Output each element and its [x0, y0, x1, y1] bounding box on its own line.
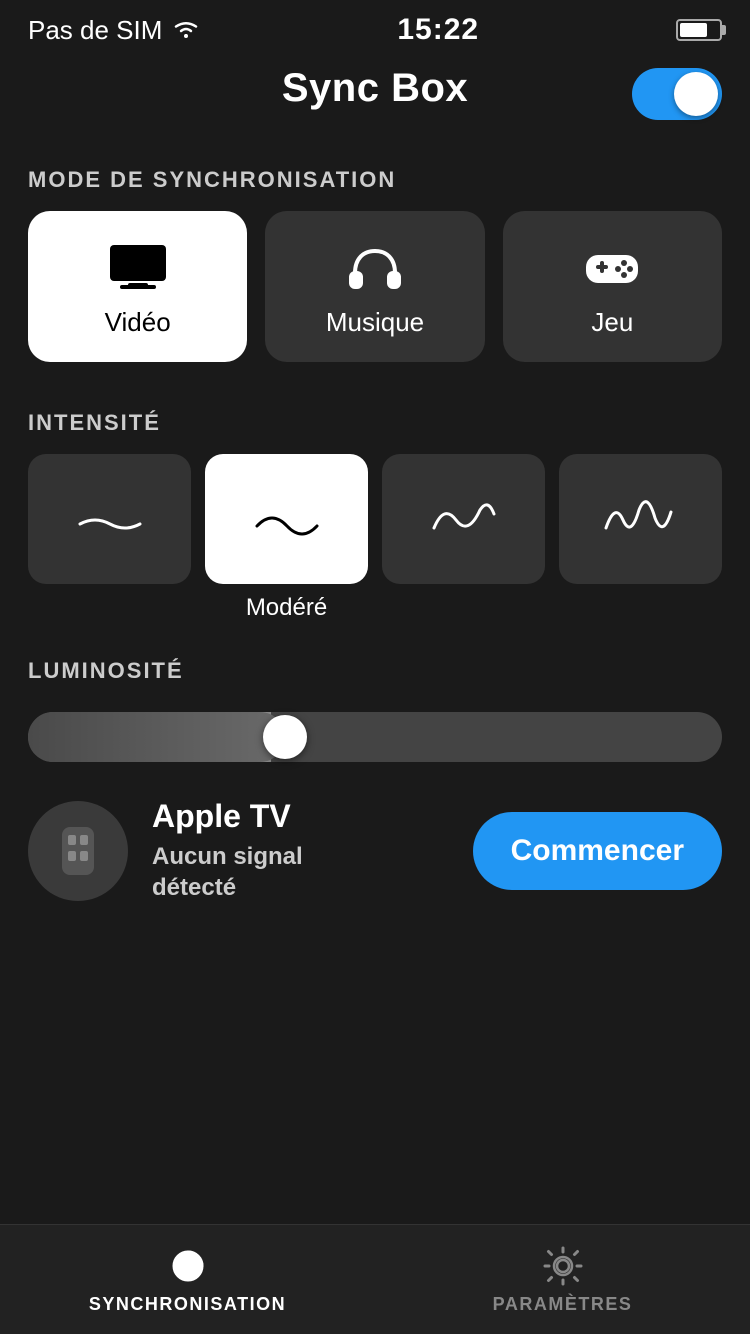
mode-game-button[interactable]: Jeu	[503, 211, 722, 362]
intensity-label: INTENSITÉ	[0, 410, 750, 436]
mode-video-label: Vidéo	[105, 307, 171, 338]
intensity-high-icon	[424, 494, 504, 544]
power-toggle-container	[632, 68, 722, 120]
carrier-text: Pas de SIM	[28, 15, 162, 46]
intensity-grid	[0, 454, 750, 584]
sync-nav-icon	[166, 1244, 210, 1288]
intensity-moderate-button[interactable]	[205, 454, 368, 584]
wifi-icon	[172, 15, 200, 46]
intensity-subtle-label	[28, 594, 191, 622]
sync-mode-label: MODE DE SYNCHRONISATION	[0, 167, 750, 193]
mode-music-label: Musique	[326, 307, 424, 338]
start-button[interactable]: Commencer	[473, 812, 722, 890]
monitor-icon	[106, 241, 170, 293]
power-toggle[interactable]	[632, 68, 722, 120]
battery-icon	[676, 19, 722, 41]
nav-settings-label: PARAMÈTRES	[493, 1294, 633, 1315]
page-title: Sync Box	[282, 66, 468, 111]
battery-fill	[680, 23, 707, 37]
status-bar: Pas de SIM 15:22	[0, 0, 750, 56]
intensity-label-row: Modéré	[0, 584, 750, 622]
intensity-subtle-icon	[70, 494, 150, 544]
brightness-slider[interactable]	[28, 712, 722, 762]
bottom-nav: SYNCHRONISATION PARAMÈTRES	[0, 1224, 750, 1334]
intensity-extreme-button[interactable]	[559, 454, 722, 584]
mode-grid: Vidéo Musique Jeu	[0, 211, 750, 362]
brightness-thumb[interactable]	[263, 715, 307, 759]
brightness-fill	[28, 712, 285, 762]
header: Sync Box	[0, 56, 750, 131]
intensity-moderate-icon	[247, 494, 327, 544]
nav-settings[interactable]: PARAMÈTRES	[375, 1225, 750, 1334]
status-right	[676, 19, 722, 41]
mode-video-button[interactable]: Vidéo	[28, 211, 247, 362]
intensity-high-label	[382, 594, 545, 622]
mode-music-button[interactable]: Musique	[265, 211, 484, 362]
device-name: Apple TV	[152, 798, 449, 835]
brightness-label: LUMINOSITÉ	[28, 658, 722, 684]
mode-game-label: Jeu	[591, 307, 633, 338]
settings-nav-icon	[541, 1244, 585, 1288]
intensity-high-button[interactable]	[382, 454, 545, 584]
brightness-section: LUMINOSITÉ	[0, 658, 750, 762]
device-info: Apple TV Aucun signal détecté	[152, 798, 449, 903]
nav-sync-label: SYNCHRONISATION	[89, 1294, 286, 1315]
toggle-knob	[674, 72, 718, 116]
apple-tv-section: Apple TV Aucun signal détecté Commencer	[0, 762, 750, 931]
gamepad-icon	[580, 241, 644, 293]
status-left: Pas de SIM	[28, 15, 200, 46]
intensity-subtle-button[interactable]	[28, 454, 191, 584]
device-status: Aucun signal détecté	[152, 841, 449, 903]
intensity-moderate-label: Modéré	[205, 594, 368, 622]
apple-tv-device-icon	[28, 801, 128, 901]
headphones-icon	[343, 241, 407, 293]
intensity-extreme-label	[559, 594, 722, 622]
intensity-extreme-icon	[601, 494, 681, 544]
nav-sync[interactable]: SYNCHRONISATION	[0, 1225, 375, 1334]
status-time: 15:22	[397, 13, 479, 47]
remote-icon	[50, 823, 106, 879]
